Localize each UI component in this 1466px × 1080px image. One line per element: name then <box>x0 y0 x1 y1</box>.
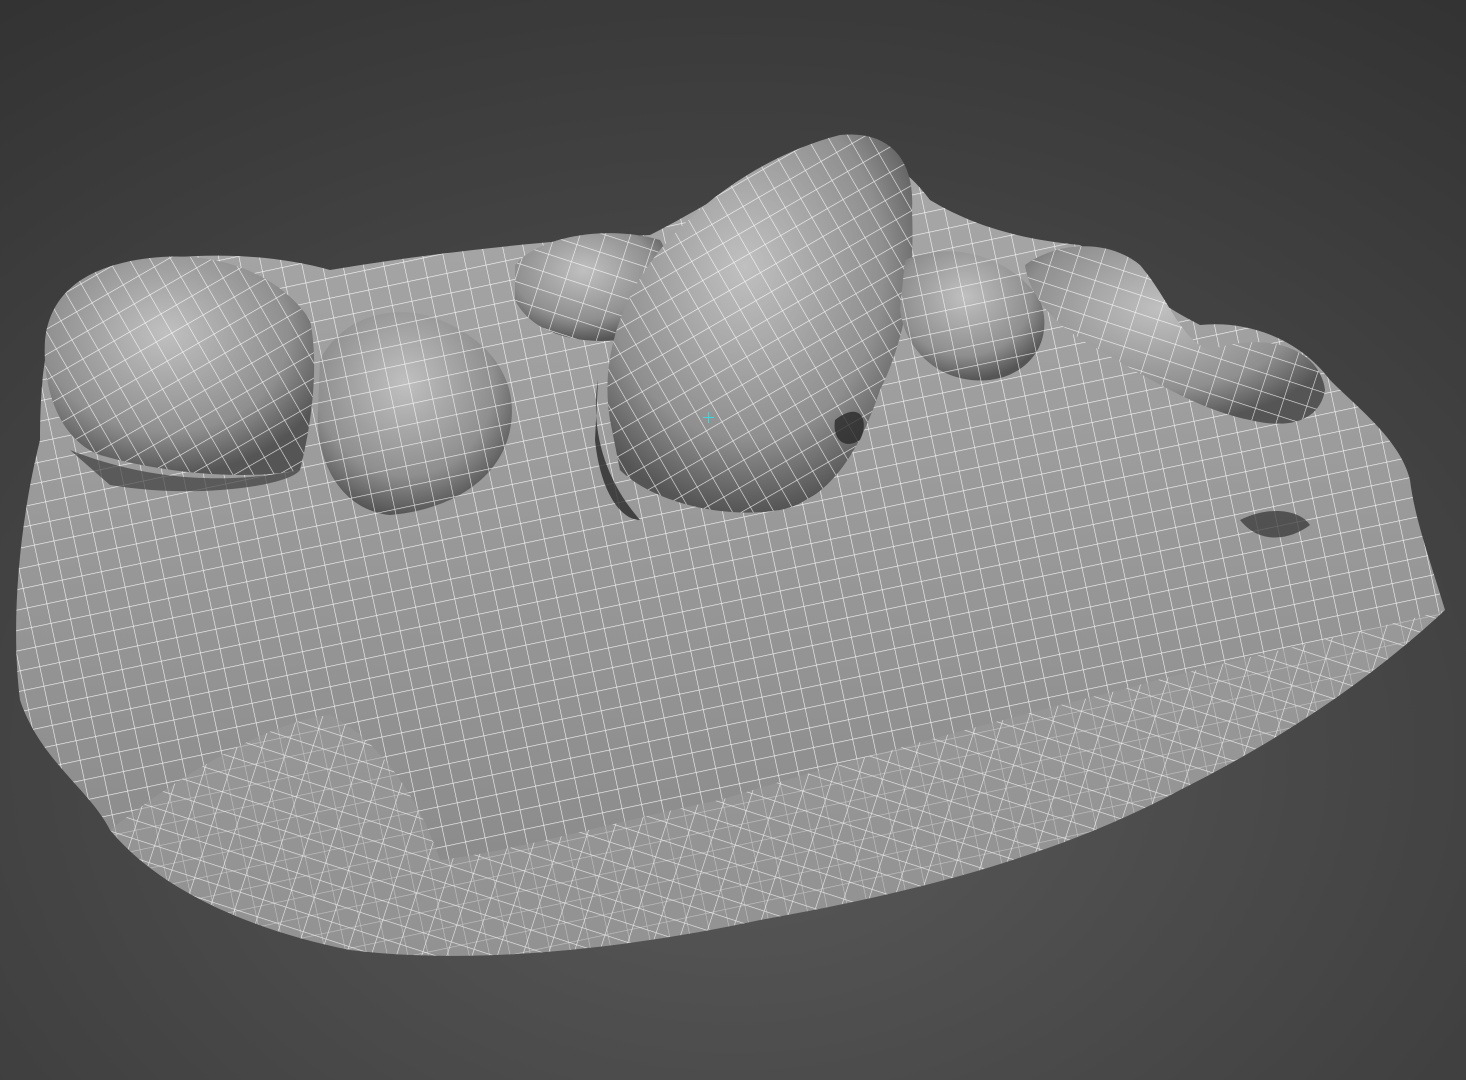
crosshair-cursor-icon <box>703 412 714 423</box>
3d-viewport[interactable] <box>0 0 1466 1080</box>
viewport-canvas[interactable] <box>0 0 1466 1080</box>
left-boulder-mesh[interactable] <box>44 256 315 492</box>
